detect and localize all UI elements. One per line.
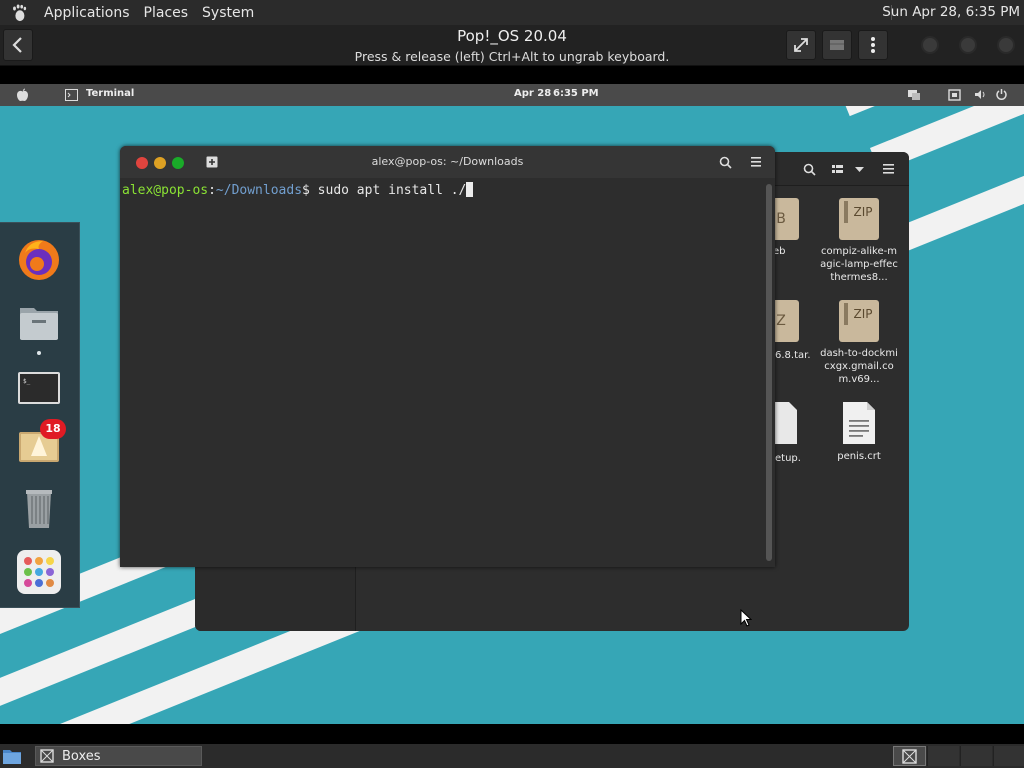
search-icon[interactable]: [719, 156, 732, 169]
workspace-4[interactable]: [993, 746, 1024, 766]
prompt-end: $: [302, 183, 318, 198]
text-cursor: [466, 182, 474, 197]
vertical-dots-icon: [871, 37, 875, 53]
volume-icon[interactable]: [974, 88, 987, 101]
terminal-icon[interactable]: $_: [15, 364, 63, 412]
taskbar-item-boxes[interactable]: Boxes: [35, 746, 202, 766]
dock: $_ 18: [0, 222, 80, 608]
firefox-icon[interactable]: [15, 235, 63, 283]
mouse-pointer-icon: [740, 609, 752, 627]
workspace-2[interactable]: [927, 746, 959, 766]
prompt-path: ~/Downloads: [215, 183, 303, 198]
guest-time[interactable]: 6:35 PM: [553, 88, 599, 99]
trash-icon[interactable]: [15, 484, 63, 532]
keyboard-icon: [830, 40, 844, 50]
svg-text:B: B: [776, 211, 786, 227]
boxes-app-icon: [40, 749, 54, 763]
file-name: etup.: [775, 453, 801, 464]
files-icon[interactable]: [15, 299, 63, 347]
show-desktop-icon[interactable]: [2, 746, 22, 766]
prompt-user: alex@pop-os: [122, 183, 209, 198]
vm-display[interactable]: Terminal Apr 28 6:35 PM $_ 18 B eb ZIP c…: [0, 84, 1024, 724]
terminal-output[interactable]: alex@pop-os:~/Downloads$ sudo apt instal…: [120, 178, 775, 567]
command-text: sudo apt install ./: [317, 183, 467, 198]
guest-top-panel: Terminal Apr 28 6:35 PM: [0, 84, 1024, 106]
chevron-down-icon[interactable]: [855, 167, 864, 173]
maximize-button[interactable]: [959, 36, 977, 54]
svg-text:ZIP: ZIP: [854, 307, 873, 321]
file-item[interactable]: ZIP compiz-alike-magic-lamp-effecthermes…: [819, 196, 899, 284]
running-indicator: [37, 351, 41, 355]
host-clock[interactable]: Sun Apr 28, 6:35 PM: [882, 4, 1020, 20]
menu-button[interactable]: [858, 30, 888, 60]
file-item[interactable]: ZIP dash-to-dockmicxgx.gmail.com.v69...: [819, 298, 899, 386]
fullscreen-icon: [794, 38, 808, 52]
scrollbar[interactable]: [766, 184, 772, 561]
terminal-title: alex@pop-os: ~/Downloads: [371, 155, 524, 168]
menu-places[interactable]: Places: [144, 5, 189, 21]
menu-applications[interactable]: Applications: [44, 5, 130, 21]
network-icon[interactable]: [948, 89, 961, 101]
apple-icon[interactable]: [16, 88, 29, 102]
active-app-name[interactable]: Terminal: [86, 88, 134, 99]
terminal-header: alex@pop-os: ~/Downloads: [120, 146, 775, 178]
guest-date[interactable]: Apr 28: [514, 88, 551, 99]
taskbar-item-label: Boxes: [62, 748, 101, 764]
boxes-workspace-icon: [902, 749, 917, 764]
display-icon[interactable]: [907, 89, 921, 101]
zip-icon: ZIP: [839, 198, 879, 240]
file-name: dash-to-dockmicxgx.gmail.com.v69...: [820, 348, 898, 385]
file-name: penis.crt: [837, 451, 881, 462]
close-button[interactable]: [997, 36, 1015, 54]
svg-text:Z: Z: [776, 313, 786, 329]
workspace-3[interactable]: [960, 746, 992, 766]
file-item[interactable]: penis.crt: [819, 400, 899, 463]
fullscreen-button[interactable]: [786, 30, 816, 60]
app-grid-icon[interactable]: [15, 548, 63, 596]
file-name: compiz-alike-magic-lamp-effecthermes8...: [820, 246, 898, 283]
menu-system[interactable]: System: [202, 5, 254, 21]
hamburger-menu-icon[interactable]: [883, 164, 894, 174]
notification-badge: 18: [40, 419, 66, 439]
search-icon[interactable]: [803, 163, 816, 176]
view-list-icon[interactable]: [832, 164, 843, 174]
power-icon[interactable]: [995, 88, 1008, 101]
svg-text:ZIP: ZIP: [854, 205, 873, 219]
workspace-1[interactable]: [893, 746, 926, 766]
keyboard-button[interactable]: [822, 30, 852, 60]
minimize-button[interactable]: [921, 36, 939, 54]
host-menu: Applications Places System: [0, 4, 254, 22]
host-taskbar: Boxes: [0, 744, 1024, 768]
file-name: 6.8.tar.: [775, 350, 811, 361]
text-file-icon: [843, 402, 875, 444]
svg-text:$_: $_: [23, 378, 31, 385]
host-top-panel: Applications Places System Sun Apr 28, 6…: [0, 0, 1024, 25]
terminal-window[interactable]: alex@pop-os: ~/Downloads alex@pop-os:~/D…: [120, 146, 775, 567]
hamburger-menu-icon[interactable]: [751, 157, 761, 167]
boxes-header-bar: Pop!_OS 20.04 Press & release (left) Ctr…: [0, 25, 1024, 66]
prompt-separator: :: [208, 183, 216, 198]
zip-icon: ZIP: [839, 300, 879, 342]
terminal-app-icon: [65, 89, 78, 101]
gnome-foot-icon: [13, 4, 27, 21]
